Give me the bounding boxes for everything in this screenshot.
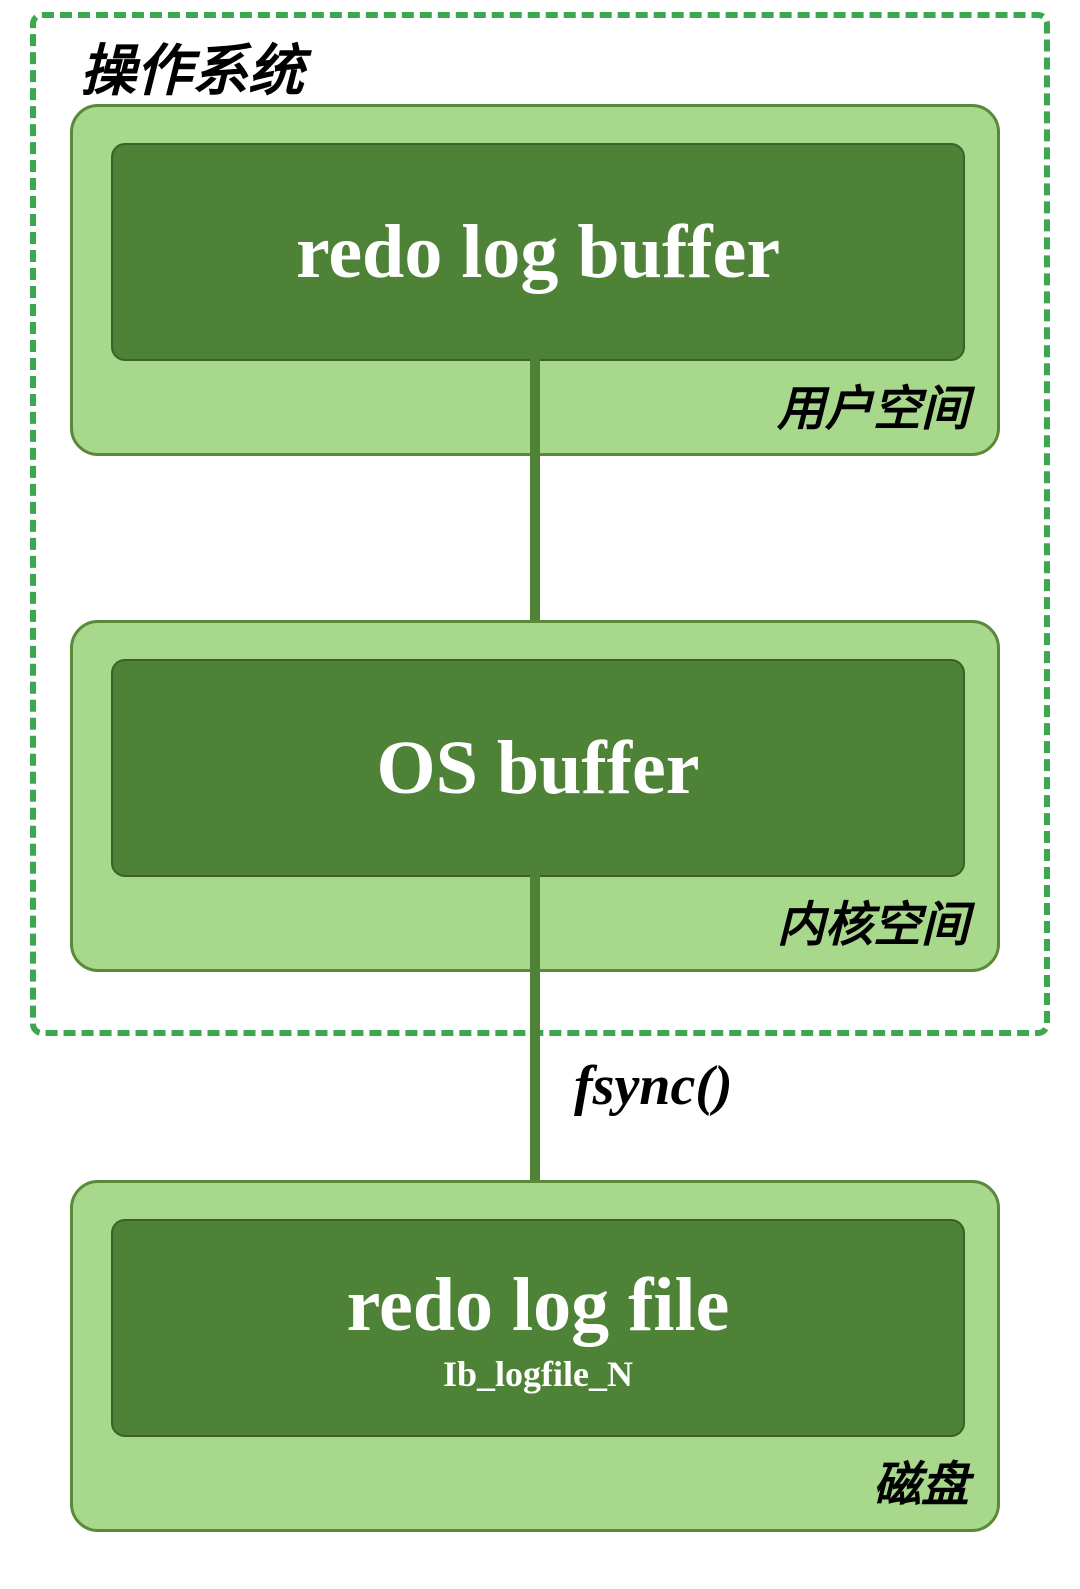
redo-log-file-title: redo log file — [347, 1262, 730, 1349]
disk-label: 磁盘 — [873, 1445, 969, 1515]
os-buffer-title: OS buffer — [377, 725, 700, 812]
redo-log-buffer-box: redo log buffer — [111, 143, 965, 361]
arrow-os-to-file — [530, 874, 540, 1186]
kernel-space-label: 内核空间 — [777, 885, 969, 955]
arrow-buffer-to-os — [530, 358, 540, 626]
os-title: 操作系统 — [80, 26, 304, 107]
redo-log-buffer-title: redo log buffer — [296, 209, 780, 296]
redo-log-file-subtitle: Ib_logfile_N — [443, 1353, 633, 1395]
os-buffer-box: OS buffer — [111, 659, 965, 877]
user-space-label: 用户空间 — [777, 369, 969, 439]
fsync-label: fsync() — [574, 1054, 733, 1118]
redo-log-file-box: redo log file Ib_logfile_N — [111, 1219, 965, 1437]
disk-box: redo log file Ib_logfile_N 磁盘 — [70, 1180, 1000, 1532]
